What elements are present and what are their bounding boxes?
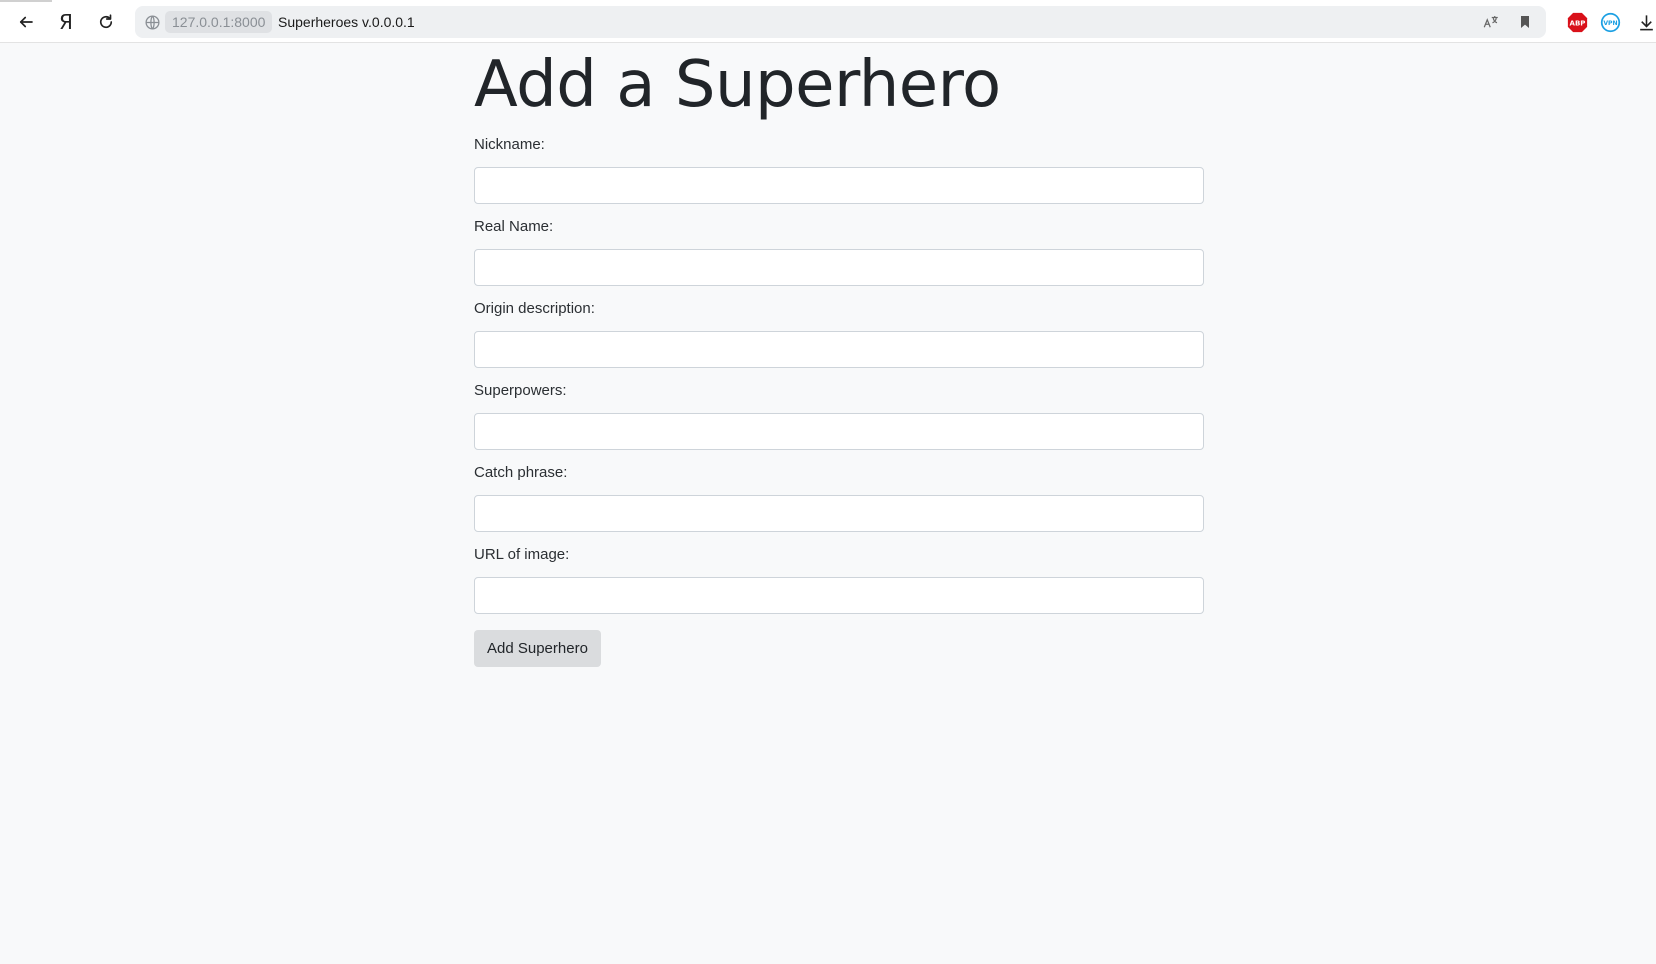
image-url-group: URL of image: bbox=[474, 545, 1204, 614]
address-bar[interactable]: 127.0.0.1:8000 Superheroes v.0.0.0.1 bbox=[135, 6, 1546, 38]
superpowers-group: Superpowers: bbox=[474, 381, 1204, 450]
translate-icon[interactable] bbox=[1482, 13, 1500, 31]
download-icon[interactable] bbox=[1637, 12, 1656, 33]
add-superhero-button[interactable]: Add Superhero bbox=[474, 630, 601, 667]
real-name-label: Real Name: bbox=[474, 218, 554, 235]
adblock-plus-icon[interactable]: ABP bbox=[1567, 12, 1588, 33]
catch-phrase-group: Catch phrase: bbox=[474, 463, 1204, 532]
superpowers-label: Superpowers: bbox=[474, 382, 567, 399]
real-name-input[interactable] bbox=[474, 249, 1204, 286]
vpn-icon[interactable]: VPN bbox=[1600, 12, 1621, 33]
browser-toolbar: Я 127.0.0.1:8000 Superheroes v.0.0.0.1 A… bbox=[0, 0, 1656, 43]
catch-phrase-label: Catch phrase: bbox=[474, 464, 568, 481]
globe-icon[interactable] bbox=[144, 14, 161, 31]
nickname-label: Nickname: bbox=[474, 136, 545, 153]
adblock-label: ABP bbox=[1570, 20, 1586, 28]
image-url-input[interactable] bbox=[474, 577, 1204, 614]
vpn-label: VPN bbox=[1603, 20, 1617, 27]
superpowers-input[interactable] bbox=[474, 413, 1204, 450]
bookmark-icon[interactable] bbox=[1516, 13, 1534, 31]
nickname-group: Nickname: bbox=[474, 135, 1204, 204]
add-superhero-form-container: Add a Superhero Nickname: Real Name: Ori… bbox=[474, 43, 1204, 667]
reload-icon[interactable] bbox=[93, 9, 119, 35]
origin-description-input[interactable] bbox=[474, 331, 1204, 368]
nickname-input[interactable] bbox=[474, 167, 1204, 204]
back-arrow-icon[interactable] bbox=[13, 9, 39, 35]
origin-description-group: Origin description: bbox=[474, 299, 1204, 368]
address-host[interactable]: 127.0.0.1:8000 bbox=[165, 11, 273, 33]
add-superhero-form: Nickname: Real Name: Origin description:… bbox=[474, 135, 1204, 667]
real-name-group: Real Name: bbox=[474, 217, 1204, 286]
catch-phrase-input[interactable] bbox=[474, 495, 1204, 532]
page-title: Add a Superhero bbox=[474, 48, 1001, 122]
address-page-title[interactable]: Superheroes v.0.0.0.1 bbox=[278, 11, 415, 33]
yandex-glyph: Я bbox=[59, 10, 73, 34]
image-url-label: URL of image: bbox=[474, 546, 570, 563]
yandex-icon[interactable]: Я bbox=[53, 9, 79, 35]
origin-description-label: Origin description: bbox=[474, 300, 595, 317]
active-tab-indicator bbox=[0, 0, 52, 2]
